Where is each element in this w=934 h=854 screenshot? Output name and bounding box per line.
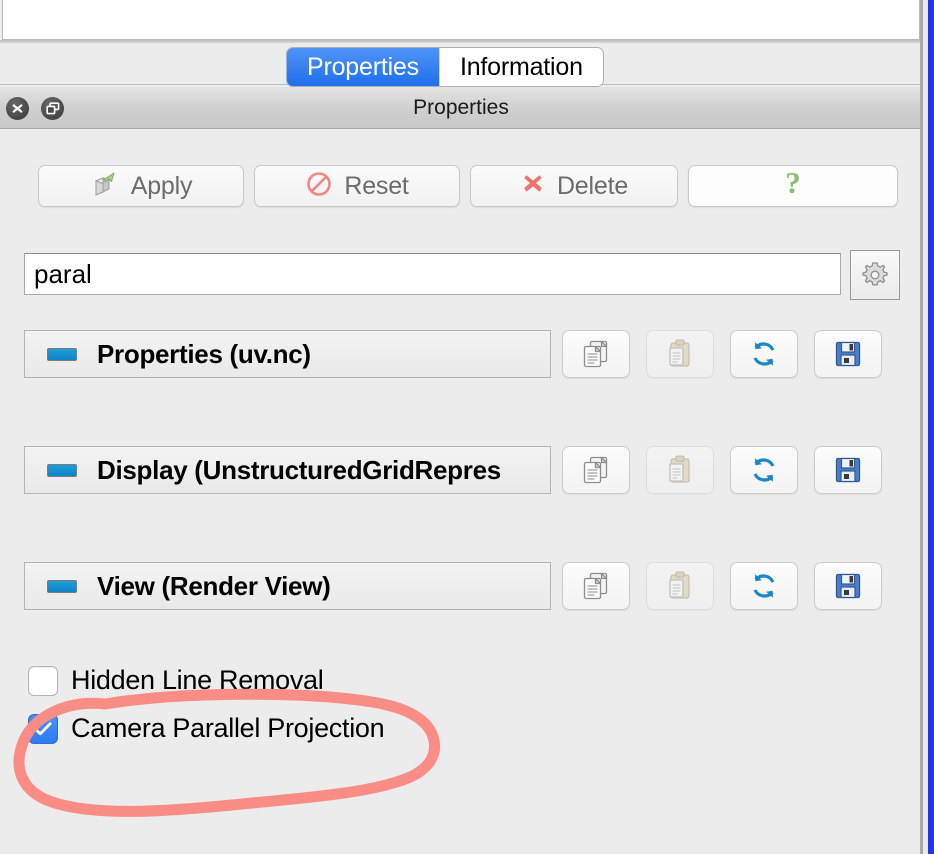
checkbox-camera-parallel-projection-label: Camera Parallel Projection	[71, 713, 385, 743]
section-properties-header[interactable]: Properties (uv.nc)	[24, 330, 551, 378]
save-as-defaults-icon[interactable]	[814, 446, 882, 494]
checkbox-box-checked[interactable]	[28, 713, 58, 744]
paste-icon[interactable]	[646, 446, 714, 494]
section-view-title: View (Render View)	[97, 570, 331, 601]
delete-button[interactable]: Delete	[470, 165, 678, 207]
green-question-mark-icon: ?	[778, 165, 808, 206]
collapse-minus-icon[interactable]	[47, 347, 77, 361]
copy-icon[interactable]	[562, 446, 630, 494]
checkbox-hidden-line-removal-label: Hidden Line Removal	[71, 665, 324, 695]
paste-icon[interactable]	[646, 562, 714, 610]
red-no-entry-icon	[305, 170, 333, 203]
save-as-defaults-icon[interactable]	[814, 562, 882, 610]
properties-toolbar: Apply Reset Delete ?	[38, 165, 898, 207]
section-properties: Properties (uv.nc)	[24, 330, 899, 378]
svg-text:?: ?	[785, 167, 801, 200]
red-x-icon	[520, 171, 546, 202]
properties-panel-body: Apply Reset Delete ? paral Properties (u…	[0, 129, 922, 854]
section-display-header[interactable]: Display (UnstructuredGridRepres	[24, 446, 551, 494]
checkbox-hidden-line-removal[interactable]: Hidden Line Removal	[28, 665, 324, 696]
tab-information-label: Information	[459, 52, 583, 81]
section-display-buttons	[562, 446, 882, 494]
dock-title-bar: Properties	[0, 87, 922, 129]
dock-title-label: Properties	[413, 96, 509, 119]
section-properties-title: Properties (uv.nc)	[97, 338, 311, 369]
pipeline-browser-panel-remnant	[2, 0, 920, 40]
copy-icon[interactable]	[562, 330, 630, 378]
reset-button[interactable]: Reset	[254, 165, 460, 207]
checkbox-box-unchecked[interactable]	[28, 665, 58, 696]
delete-button-label: Delete	[556, 171, 629, 200]
restore-defaults-icon[interactable]	[730, 446, 798, 494]
copy-icon[interactable]	[562, 562, 630, 610]
properties-panel-screenshot: Properties Information Properties Apply …	[0, 0, 934, 854]
paste-icon[interactable]	[646, 330, 714, 378]
restore-defaults-icon[interactable]	[730, 330, 798, 378]
section-view-buttons	[562, 562, 882, 610]
checkbox-camera-parallel-projection[interactable]: Camera Parallel Projection	[28, 713, 385, 744]
section-view: View (Render View)	[24, 562, 899, 610]
green-arrow-cube-icon	[90, 169, 120, 204]
section-view-header[interactable]: View (Render View)	[24, 562, 551, 610]
help-button[interactable]: ?	[688, 165, 898, 207]
collapse-minus-icon[interactable]	[47, 463, 77, 477]
apply-button-label: Apply	[130, 171, 193, 200]
gear-icon[interactable]	[850, 250, 900, 300]
reset-button-label: Reset	[344, 171, 409, 200]
search-row	[24, 250, 900, 300]
section-display: Display (UnstructuredGridRepres	[24, 446, 899, 494]
tab-properties-label: Properties	[307, 52, 419, 81]
collapse-minus-icon[interactable]	[47, 579, 77, 593]
window-right-edge-highlight	[928, 0, 934, 854]
save-as-defaults-icon[interactable]	[814, 330, 882, 378]
section-display-title: Display (UnstructuredGridRepres	[97, 454, 501, 485]
section-properties-buttons	[562, 330, 882, 378]
apply-button[interactable]: Apply	[38, 165, 244, 207]
tab-information[interactable]: Information	[438, 48, 603, 86]
restore-defaults-icon[interactable]	[730, 562, 798, 610]
search-input[interactable]	[24, 253, 841, 295]
tab-bar: Properties Information	[0, 43, 922, 86]
tab-properties[interactable]: Properties	[287, 48, 439, 86]
tab-group: Properties Information	[287, 48, 603, 86]
